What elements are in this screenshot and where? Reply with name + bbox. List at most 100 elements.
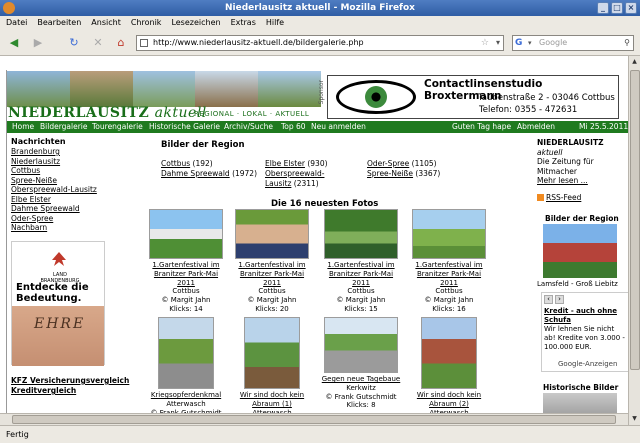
photo-card[interactable]: Kriegsopferdenkmal Atterwasch © Frank Gu…: [146, 317, 226, 417]
photo-title[interactable]: 1.Gartenfestival im Branitzer Park-Mai 2…: [232, 261, 312, 287]
search-placeholder: Google: [539, 38, 568, 47]
news-link-elbe-elster[interactable]: Elbe Elster: [11, 195, 107, 205]
photo-title[interactable]: Wir sind doch kein Abraum (1): [232, 391, 312, 409]
maximize-button[interactable]: □: [611, 2, 623, 14]
back-icon[interactable]: ◀: [6, 35, 22, 51]
site-slogan: REGIONAL · LOKAL · AKTUELL: [194, 110, 310, 118]
region-oder-spree[interactable]: Oder-Spree (1105): [367, 159, 437, 169]
scroll-down-icon[interactable]: ▼: [629, 413, 640, 425]
vertical-scrollbar[interactable]: ▲ ▼: [628, 56, 640, 425]
tagline-1: Die Zeitung für: [537, 157, 594, 166]
photo-card[interactable]: 1.Gartenfestival im Branitzer Park-Mai 2…: [146, 209, 226, 314]
logout-link[interactable]: Abmelden: [517, 121, 555, 133]
region-cottbus[interactable]: Cottbus (192): [161, 159, 213, 169]
nav-neu-anmelden[interactable]: Neu anmelden: [311, 121, 366, 133]
url-dropdown-icon[interactable]: ▾: [496, 36, 500, 50]
region-dahme[interactable]: Dahme Spreewald (1972): [161, 169, 257, 179]
google-ads-label[interactable]: Google-Anzeigen: [558, 360, 617, 368]
h-scrollbar-thumb[interactable]: [12, 415, 616, 424]
menu-extras[interactable]: Extras: [231, 16, 256, 30]
menu-lesezeichen[interactable]: Lesezeichen: [171, 16, 220, 30]
news-link-niederlausitz[interactable]: Niederlausitz: [11, 157, 107, 167]
navigation-toolbar: ◀ ▶ ↻ ✕ ⌂ http://www.niederlausitz-aktue…: [0, 30, 640, 56]
photo-thumbnail[interactable]: [324, 209, 398, 259]
photo-title[interactable]: Kriegsopferdenkmal: [146, 391, 226, 400]
kfz-link[interactable]: KFZ Versicherungsvergleich: [11, 376, 129, 386]
photo-clicks: Klicks: 16: [432, 304, 466, 313]
search-input[interactable]: G ▾ Google ⚲: [512, 35, 634, 51]
photo-place: Cottbus: [172, 287, 200, 296]
menu-hilfe[interactable]: Hilfe: [266, 16, 284, 30]
photo-card[interactable]: 1.Gartenfestival im Branitzer Park-Mai 2…: [321, 209, 401, 314]
news-link-nachbarn[interactable]: Nachbarn: [11, 223, 107, 233]
photo-title[interactable]: 1.Gartenfestival im Branitzer Park-Mai 2…: [146, 261, 226, 287]
photo-thumbnail[interactable]: [421, 317, 477, 389]
read-more-link[interactable]: Mehr lesen ...: [537, 176, 629, 186]
photo-title[interactable]: 1.Gartenfestival im Branitzer Park-Mai 2…: [321, 261, 401, 287]
scrollbar-thumb[interactable]: [630, 70, 640, 370]
menu-ansicht[interactable]: Ansicht: [91, 16, 121, 30]
kredit-link[interactable]: Kreditvergleich: [11, 386, 129, 396]
region-elbe-elster[interactable]: Elbe Elster (930): [265, 159, 328, 169]
photo-card[interactable]: 1.Gartenfestival im Branitzer Park-Mai 2…: [409, 209, 489, 314]
home-icon[interactable]: ⌂: [113, 35, 129, 51]
ad-title[interactable]: Kredit - auch ohne Schufa: [544, 307, 626, 325]
contactlinsen-ad[interactable]: Contactlinsenstudio Broxtermann Taubenst…: [327, 75, 619, 119]
brandenburg-ad[interactable]: LAND BRANDENBURG Entdecke die Bedeutung.…: [11, 241, 105, 366]
photo-thumbnail[interactable]: [149, 209, 223, 259]
news-link-oberspreewald[interactable]: Oberspreewald-Lausitz: [11, 185, 107, 195]
horizontal-scrollbar[interactable]: [0, 413, 628, 425]
region-spree-neisse[interactable]: Spree-Neiße (3367): [367, 169, 440, 179]
search-engine-dropdown-icon[interactable]: ▾: [528, 36, 532, 50]
photo-thumbnail[interactable]: [244, 317, 300, 389]
nav-top60[interactable]: Top 60: [281, 121, 306, 133]
photo-card[interactable]: Wir sind doch kein Abraum (1) Atterwasch: [232, 317, 312, 417]
photo-title[interactable]: 1.Gartenfestival im Branitzer Park-Mai 2…: [409, 261, 489, 287]
right-site-sub: aktuell: [537, 147, 563, 157]
nav-home[interactable]: Home: [12, 121, 34, 133]
rss-feed-link[interactable]: RSS-Feed: [537, 193, 581, 202]
reload-icon[interactable]: ↻: [66, 35, 82, 51]
photo-thumbnail[interactable]: [158, 317, 214, 389]
photo-card[interactable]: Gegen neue Tagebaue Kerkwitz © Frank Gut…: [321, 317, 401, 410]
nav-archiv-suche[interactable]: Archiv/Suche: [224, 121, 273, 133]
photo-title[interactable]: Gegen neue Tagebaue: [321, 375, 401, 384]
forward-icon[interactable]: ▶: [30, 35, 46, 51]
news-link-brandenburg[interactable]: Brandenburg: [11, 147, 107, 157]
menu-bearbeiten[interactable]: Bearbeiten: [37, 16, 81, 30]
photo-thumbnail[interactable]: [412, 209, 486, 259]
news-link-dahme-spreewald[interactable]: Dahme Spreewald: [11, 204, 107, 214]
news-heading: Nachrichten: [11, 137, 66, 146]
google-icon[interactable]: G: [515, 37, 527, 49]
photo-card[interactable]: Wir sind doch kein Abraum (2) Atterwasch: [409, 317, 489, 417]
nav-bildergalerie[interactable]: Bildergalerie: [40, 121, 87, 133]
window-title: Niederlausitz aktuell - Mozilla Firefox: [225, 3, 415, 13]
scroll-up-icon[interactable]: ▲: [629, 56, 640, 68]
url-bar[interactable]: http://www.niederlausitz-aktuell.de/bild…: [136, 35, 504, 51]
minimize-button[interactable]: _: [597, 2, 609, 14]
nav-historische-galerie[interactable]: Historische Galerie: [149, 121, 220, 133]
photo-card[interactable]: 1.Gartenfestival im Branitzer Park-Mai 2…: [232, 209, 312, 314]
ad-next-icon[interactable]: ›: [555, 295, 564, 304]
photo-title[interactable]: Wir sind doch kein Abraum (2): [409, 391, 489, 409]
search-icon[interactable]: ⚲: [624, 36, 630, 50]
region-photo[interactable]: [543, 224, 617, 278]
brandenburg-ad-text: Entdecke die Bedeutung.: [16, 282, 89, 304]
stop-icon[interactable]: ✕: [90, 35, 106, 51]
photo-thumbnail[interactable]: [235, 209, 309, 259]
news-link-oder-spree[interactable]: Oder-Spree: [11, 214, 107, 224]
region-oberspreewald[interactable]: Oberspreewald-Lausitz (2311): [265, 169, 335, 188]
region-name: Oder-Spree: [367, 159, 410, 168]
news-link-cottbus[interactable]: Cottbus: [11, 166, 107, 176]
menu-chronik[interactable]: Chronik: [131, 16, 162, 30]
news-link-spree-neisse[interactable]: Spree-Neiße: [11, 176, 107, 186]
header-photo: [7, 71, 70, 107]
close-button[interactable]: ×: [625, 2, 637, 14]
photo-thumbnail[interactable]: [324, 317, 398, 373]
ad-prev-icon[interactable]: ‹: [544, 295, 553, 304]
nav-tourengalerie[interactable]: Tourengalerie: [92, 121, 143, 133]
right-column: NIEDERLAUSITZ aktuell Die Zeitung für Mi…: [537, 138, 629, 186]
menu-datei[interactable]: Datei: [6, 16, 27, 30]
bookmark-star-icon[interactable]: ☆: [481, 36, 489, 50]
site-logo[interactable]: NIEDERLAUSITZ aktuell: [8, 105, 207, 121]
